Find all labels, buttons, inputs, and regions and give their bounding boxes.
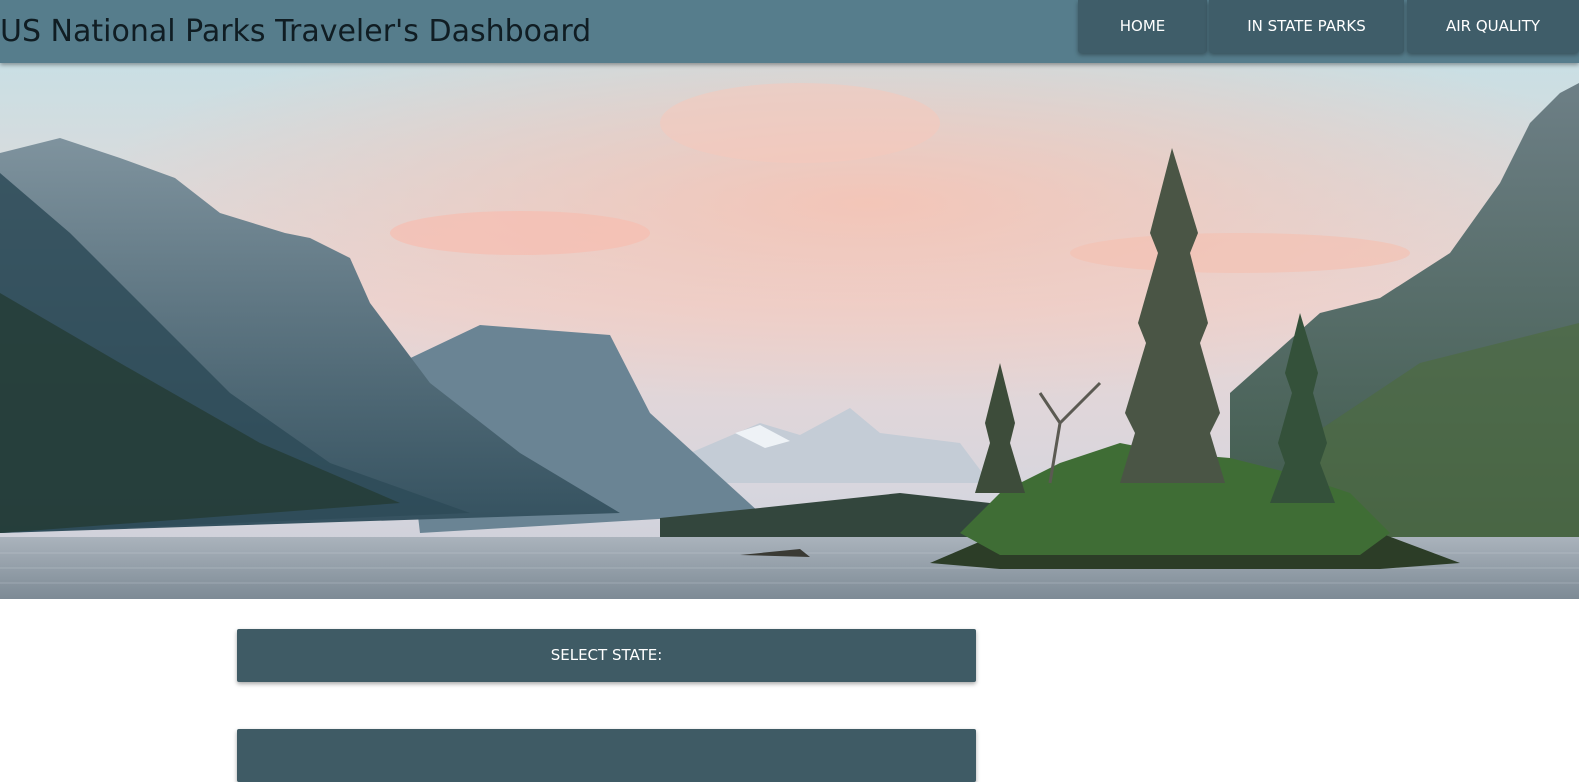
nav-air-quality-button[interactable]: AIR QUALITY — [1407, 0, 1579, 53]
mountain-lake-landscape — [0, 63, 1579, 599]
nav-home-button[interactable]: HOME — [1078, 0, 1207, 53]
select-state-dropdown[interactable]: SELECT STATE: — [237, 629, 976, 682]
secondary-panel — [237, 729, 976, 782]
top-navbar: US National Parks Traveler's Dashboard H… — [0, 0, 1579, 63]
nav-in-state-parks-button[interactable]: IN STATE PARKS — [1209, 0, 1404, 53]
hero-banner-image — [0, 63, 1579, 599]
page-title: US National Parks Traveler's Dashboard — [0, 14, 592, 49]
